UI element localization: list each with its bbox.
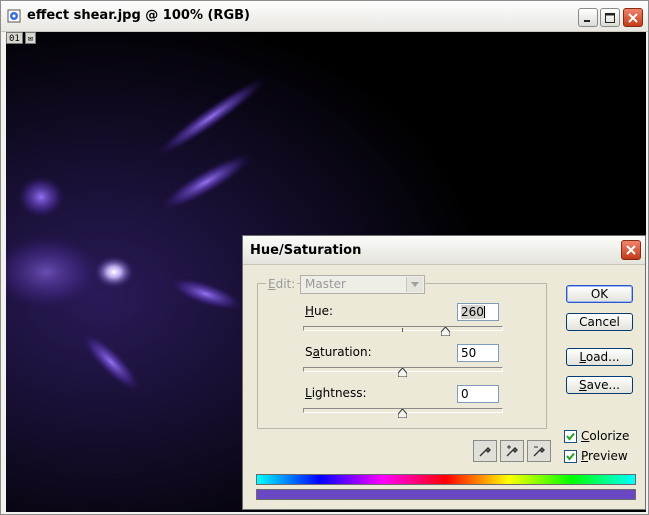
save-button-label: ave... bbox=[586, 378, 620, 392]
save-button-mnemonic: S bbox=[579, 378, 587, 392]
lightness-label-mnemonic: L bbox=[305, 386, 312, 400]
close-icon bbox=[628, 13, 638, 23]
lightness-label-text: ightness: bbox=[311, 386, 367, 400]
channel-indicator: 01 bbox=[6, 32, 23, 44]
saturation-slider-thumb[interactable] bbox=[397, 368, 407, 377]
eyedropper-minus-icon bbox=[533, 446, 545, 457]
preview-label-text: review bbox=[588, 449, 628, 463]
eyedropper-plus-icon bbox=[506, 445, 518, 457]
lightness-input[interactable]: 0 bbox=[457, 385, 499, 403]
saturation-label: Saturation: bbox=[305, 345, 372, 359]
edit-label: Edit: bbox=[266, 277, 298, 291]
hue-label: Hue: bbox=[305, 304, 333, 318]
load-button[interactable]: Load... bbox=[566, 348, 633, 366]
eyedropper-button[interactable] bbox=[473, 440, 497, 462]
dialog-titlebar[interactable]: Hue/Saturation bbox=[243, 236, 645, 265]
eyedropper-tools bbox=[473, 440, 551, 462]
hue-label-text: ue: bbox=[314, 304, 334, 318]
saturation-label-text: turation: bbox=[319, 345, 372, 359]
hue-slider-track[interactable] bbox=[303, 326, 503, 331]
hue-slider-center-tick bbox=[402, 328, 403, 332]
mail-indicator-icon: ✉ bbox=[24, 32, 37, 44]
hue-value: 260 bbox=[461, 305, 484, 319]
hue-input[interactable]: 260 bbox=[457, 303, 499, 321]
photoshop-document-icon bbox=[7, 9, 21, 23]
lightness-slider-thumb[interactable] bbox=[397, 409, 407, 418]
hue-slider-thumb[interactable] bbox=[441, 327, 451, 336]
image-status-indicators: 01 ✉ bbox=[6, 32, 37, 44]
edit-label-text: dit: bbox=[275, 277, 296, 291]
colorize-label[interactable]: Colorize bbox=[581, 429, 629, 443]
eyedropper-icon bbox=[479, 447, 491, 457]
maximize-icon bbox=[605, 13, 615, 23]
checkmark-icon bbox=[566, 432, 575, 441]
colorize-label-text: olorize bbox=[589, 429, 630, 443]
save-button[interactable]: Save... bbox=[566, 376, 633, 394]
minimize-icon bbox=[584, 20, 590, 22]
text-caret bbox=[483, 306, 485, 318]
close-icon bbox=[626, 245, 636, 255]
dropdown-arrow-icon bbox=[406, 277, 423, 292]
dialog-close-button[interactable] bbox=[621, 240, 641, 260]
hue-spectrum-bar bbox=[256, 474, 636, 485]
preview-label-mnemonic: P bbox=[581, 449, 589, 463]
maximize-button[interactable] bbox=[600, 8, 620, 27]
saturation-label-mnemonic: a bbox=[312, 345, 320, 359]
saturation-input[interactable]: 50 bbox=[457, 344, 499, 362]
lightness-label: Lightness: bbox=[305, 386, 366, 400]
document-title: effect shear.jpg @ 100% (RGB) bbox=[27, 8, 250, 23]
edit-label-mnemonic: E bbox=[268, 277, 276, 291]
dialog-title: Hue/Saturation bbox=[250, 243, 362, 258]
cancel-button[interactable]: Cancel bbox=[566, 313, 633, 331]
preview-checkbox[interactable] bbox=[564, 450, 577, 463]
edit-channel-value: Master bbox=[305, 277, 346, 291]
checkmark-icon bbox=[566, 452, 575, 461]
colorize-checkbox[interactable] bbox=[564, 430, 577, 443]
document-close-button[interactable] bbox=[623, 8, 643, 27]
eyedropper-subtract-button[interactable] bbox=[527, 440, 551, 462]
saturation-label-prefix: S bbox=[305, 345, 313, 359]
minimize-button[interactable] bbox=[578, 8, 598, 27]
ok-button[interactable]: OK bbox=[566, 285, 633, 303]
preview-label[interactable]: Preview bbox=[581, 449, 628, 463]
hue-saturation-dialog: Hue/Saturation Edit: Master Hue: 260 Sat… bbox=[242, 235, 646, 510]
document-titlebar[interactable]: effect shear.jpg @ 100% (RGB) bbox=[1, 1, 648, 32]
edit-channel-select[interactable]: Master bbox=[300, 275, 425, 294]
load-button-label: oad... bbox=[585, 350, 620, 364]
colorized-result-bar bbox=[256, 489, 636, 500]
eyedropper-add-button[interactable] bbox=[500, 440, 524, 462]
saturation-value: 50 bbox=[461, 346, 477, 360]
hue-label-mnemonic: H bbox=[305, 304, 315, 318]
lightness-value: 0 bbox=[461, 387, 469, 401]
